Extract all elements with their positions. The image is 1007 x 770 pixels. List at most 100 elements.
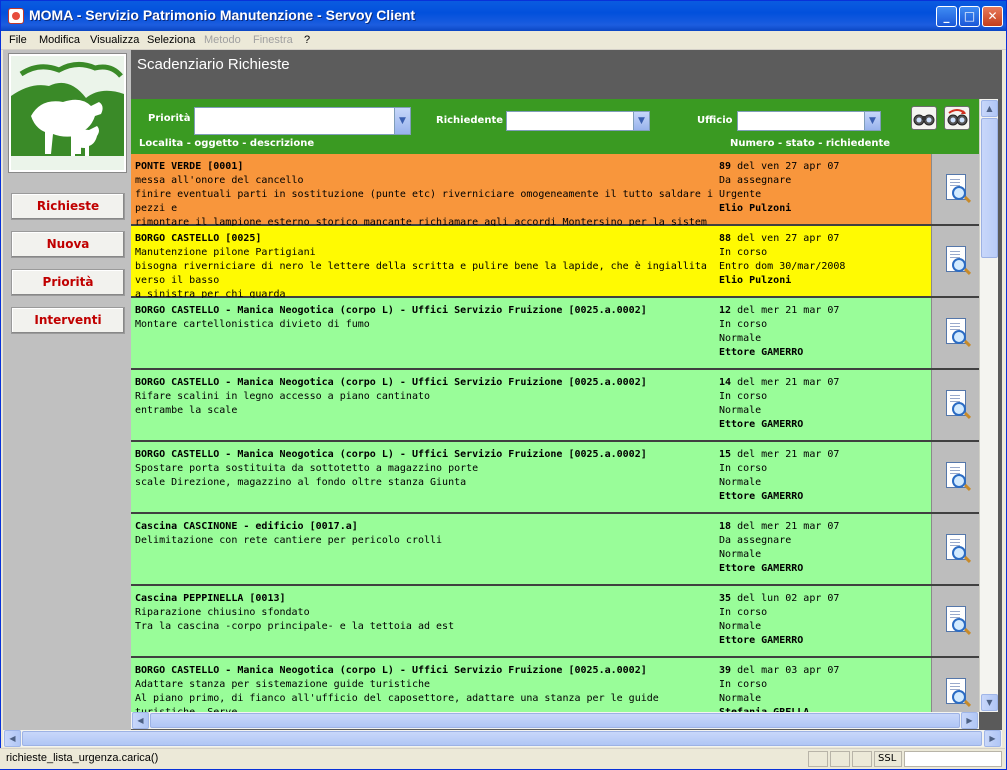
maximize-button[interactable]: □ — [959, 6, 980, 27]
minimize-button[interactable]: _ — [936, 6, 957, 27]
menu-help[interactable]: ? — [304, 34, 310, 46]
scroll-down-icon[interactable]: ▼ — [981, 694, 998, 711]
request-number: 12 — [719, 305, 732, 316]
request-meta: 15 del mer 21 mar 07 In corso Normale Ettor… — [719, 448, 929, 504]
request-number: 35 — [719, 593, 732, 604]
request-detail: Tra la cascina -corpo principale- e la t… — [135, 621, 455, 632]
view-detail-button[interactable] — [931, 298, 979, 368]
vertical-scroll-thumb[interactable] — [981, 118, 998, 258]
magnifier-icon — [952, 546, 966, 560]
richiedente-select[interactable]: ▼ — [506, 111, 650, 131]
request-detail: entrambe la scale — [135, 405, 238, 416]
window-horizontal-scrollbar[interactable]: ◀ ▶ — [3, 730, 1002, 747]
chevron-down-icon[interactable]: ▼ — [864, 112, 880, 130]
menu-seleziona[interactable]: Seleziona — [147, 34, 195, 46]
status-cell — [852, 751, 872, 767]
request-priority: Normale — [719, 693, 762, 704]
request-meta: 88 del ven 27 apr 07 In corso Entro dom 30… — [719, 232, 929, 288]
priorita-select[interactable]: ▼ — [194, 107, 411, 135]
page-header: Scadenziario Richieste — [131, 50, 1002, 99]
view-detail-button[interactable] — [931, 154, 979, 224]
view-detail-button[interactable] — [931, 442, 979, 512]
scroll-left-icon[interactable]: ◀ — [4, 730, 21, 747]
list-item[interactable]: BORGO CASTELLO - Manica Neogotica (corpo… — [131, 298, 979, 370]
filter-bar: Priorità ▼ Richiedente ▼ Ufficio ▼ Local… — [131, 99, 979, 154]
list-item[interactable]: BORGO CASTELLO - Manica Neogotica (corpo… — [131, 442, 979, 514]
request-description: BORGO CASTELLO - Manica Neogotica (corpo… — [135, 304, 715, 332]
status-cell — [830, 751, 850, 767]
magnifier-icon — [952, 474, 966, 488]
request-number: 88 — [719, 233, 732, 244]
request-location: Cascina PEPPINELLA [0013] — [135, 593, 286, 604]
close-button[interactable]: ✕ — [982, 6, 1003, 27]
request-status: In corso — [719, 679, 768, 690]
request-subject: Adattare stanza per sistemazione guide t… — [135, 679, 431, 690]
request-location: Cascina CASCINONE - edificio [0017.a] — [135, 521, 358, 532]
view-detail-button[interactable] — [931, 226, 979, 296]
requests-list: PONTE VERDE [0001] messa all'onore del ca… — [131, 154, 979, 712]
chevron-down-icon[interactable]: ▼ — [394, 108, 410, 134]
search-binoculars-button[interactable] — [911, 106, 937, 130]
ufficio-select[interactable]: ▼ — [737, 111, 881, 131]
request-priority: Normale — [719, 477, 762, 488]
request-location: BORGO CASTELLO - Manica Neogotica (corpo… — [135, 377, 647, 388]
menu-modifica[interactable]: Modifica — [39, 34, 80, 46]
list-item[interactable]: BORGO CASTELLO - Manica Neogotica (corpo… — [131, 370, 979, 442]
request-description: BORGO CASTELLO - Manica Neogotica (corpo… — [135, 448, 715, 490]
request-description: Cascina PEPPINELLA [0013] Riparazione chi… — [135, 592, 715, 634]
request-requester: Ettore GAMERRO — [719, 419, 804, 430]
request-requester: Ettore GAMERRO — [719, 491, 804, 502]
menu-finestra[interactable]: Finestra — [253, 34, 293, 46]
nav-nuova-button[interactable]: Nuova — [11, 231, 125, 258]
page-title: Scadenziario Richieste — [137, 56, 290, 73]
request-meta: 35 del lun 02 apr 07 In corso Normale Ettor… — [719, 592, 929, 648]
column-right-header: Numero - stato - richiedente — [730, 138, 891, 149]
request-number: 15 — [719, 449, 732, 460]
request-location: BORGO CASTELLO [0025] — [135, 233, 262, 244]
nav-richieste-button[interactable]: Richieste — [11, 193, 125, 220]
request-priority: Normale — [719, 405, 762, 416]
scroll-left-icon[interactable]: ◀ — [132, 712, 149, 729]
status-text: richieste_lista_urgenza.carica() — [6, 752, 159, 764]
request-subject: Rifare scalini in legno accesso a piano … — [135, 391, 431, 402]
view-detail-button[interactable] — [931, 658, 979, 712]
request-status: Da assegnare — [719, 535, 792, 546]
request-priority: Normale — [719, 621, 762, 632]
request-location: BORGO CASTELLO - Manica Neogotica (corpo… — [135, 449, 647, 460]
app-icon — [8, 8, 24, 24]
list-horizontal-scroll-thumb[interactable] — [150, 713, 960, 728]
menu-metodo[interactable]: Metodo — [204, 34, 241, 46]
richiedente-label: Richiedente — [436, 115, 504, 126]
nav-interventi-button[interactable]: Interventi — [11, 307, 125, 334]
chevron-down-icon[interactable]: ▼ — [633, 112, 649, 130]
title-bar[interactable]: MOMA - Servizio Patrimonio Manutenzione … — [1, 1, 1006, 31]
list-item[interactable]: BORGO CASTELLO - Manica Neogotica (corpo… — [131, 658, 979, 712]
request-subject: Spostare porta sostituita da sottotetto … — [135, 463, 479, 474]
window-horizontal-scroll-thumb[interactable] — [22, 731, 982, 746]
view-detail-button[interactable] — [931, 514, 979, 584]
scroll-right-icon[interactable]: ▶ — [984, 730, 1001, 747]
request-priority: Normale — [719, 333, 762, 344]
list-item[interactable]: Cascina PEPPINELLA [0013] Riparazione chi… — [131, 586, 979, 658]
request-location: BORGO CASTELLO - Manica Neogotica (corpo… — [135, 665, 647, 676]
request-description: BORGO CASTELLO - Manica Neogotica (corpo… — [135, 664, 715, 712]
list-item[interactable]: BORGO CASTELLO [0025] Manutenzione pilone… — [131, 226, 979, 300]
request-status: In corso — [719, 607, 768, 618]
menu-file[interactable]: File — [9, 34, 27, 46]
nav-priorita-button[interactable]: Priorità — [11, 269, 125, 296]
request-meta: 89 del ven 27 apr 07 Da assegnare Urgente E… — [719, 160, 929, 216]
vertical-scrollbar[interactable]: ▲ ▼ — [979, 99, 998, 712]
list-item[interactable]: Cascina CASCINONE - edificio [0017.a] Del… — [131, 514, 979, 586]
scroll-up-icon[interactable]: ▲ — [981, 100, 998, 117]
refresh-search-button[interactable] — [944, 106, 970, 130]
menu-visualizza[interactable]: Visualizza — [90, 34, 139, 46]
list-item[interactable]: PONTE VERDE [0001] messa all'onore del ca… — [131, 154, 979, 242]
request-requester: Elio Pulzoni — [719, 275, 792, 286]
request-status: In corso — [719, 391, 768, 402]
list-horizontal-scrollbar[interactable]: ◀ ▶ — [131, 712, 979, 729]
scroll-right-icon[interactable]: ▶ — [961, 712, 978, 729]
view-detail-button[interactable] — [931, 370, 979, 440]
request-description: BORGO CASTELLO - Manica Neogotica (corpo… — [135, 376, 715, 418]
magnifier-icon — [952, 330, 966, 344]
view-detail-button[interactable] — [931, 586, 979, 656]
